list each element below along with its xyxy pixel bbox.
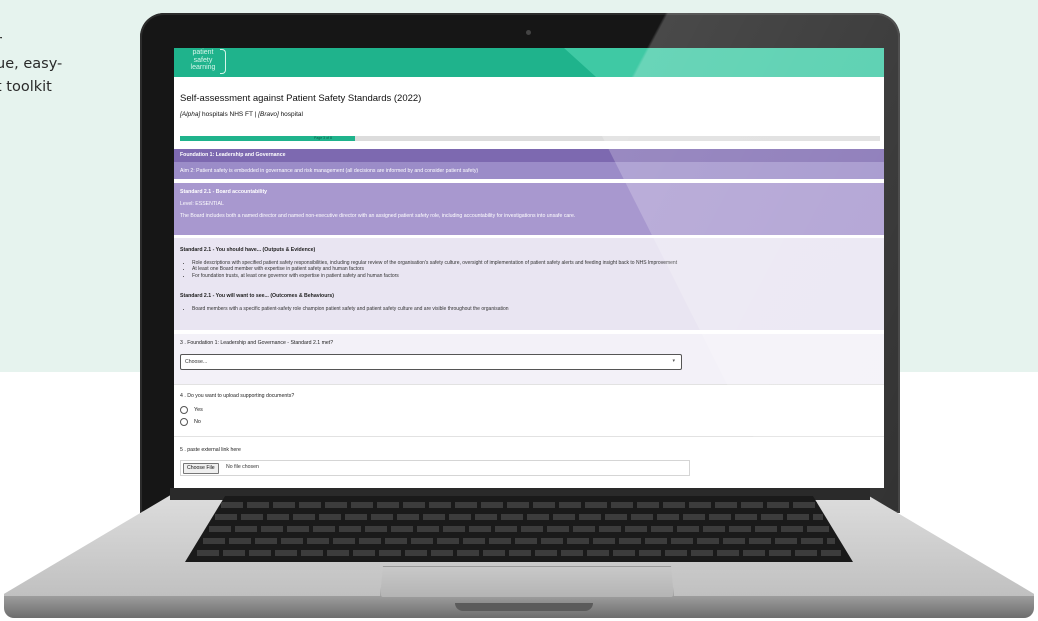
outputs-list: Role descriptions with specified patient…	[180, 260, 870, 279]
aim-band: Aim 2: Patient safety is embedded in gov…	[174, 162, 884, 179]
marketing-line: ue, easy-	[0, 56, 63, 72]
page-title: Self-assessment against Patient Safety S…	[180, 93, 422, 104]
marketing-line: t toolkit	[0, 79, 52, 95]
choose-file-button[interactable]: Choose File	[183, 463, 219, 474]
marketing-text: r ue, easy- t toolkit	[0, 30, 62, 99]
chevron-down-icon: ▾	[672, 358, 675, 364]
outcomes-list: Board members with a specific patient-sa…	[180, 306, 870, 312]
logo-text: patient	[192, 49, 214, 56]
key-row	[203, 538, 835, 544]
logo-text: safety	[193, 56, 213, 64]
select-value: Choose...	[185, 359, 208, 365]
outcomes-title: Standard 2.1 - You will want to see... (…	[180, 293, 335, 299]
radio-circle-icon	[180, 406, 188, 414]
keyboard	[185, 496, 853, 562]
logo: patient safety learning	[186, 49, 220, 72]
divider	[174, 384, 884, 385]
logo-bracket-icon	[220, 49, 226, 74]
org-alpha: [Alpha]	[180, 111, 201, 118]
key-row	[221, 502, 817, 508]
divider	[174, 436, 884, 437]
organisation-line: [Alpha] hospitals NHS FT | [Bravo] hospi…	[180, 111, 303, 118]
aim-text: Aim 2: Patient safety is embedded in gov…	[180, 168, 479, 174]
laptop-notch	[455, 603, 593, 611]
question-3-label: 3 . Foundation 1: Leadership and Governa…	[180, 340, 334, 346]
question-5-label: 5 . paste external link here	[180, 447, 241, 453]
radio-no[interactable]: No	[180, 418, 201, 426]
laptop-screen: patient safety learning Self-assessment …	[174, 48, 884, 488]
logo-text: learning	[190, 64, 216, 71]
question-4-label: 4 . Do you want to upload supporting doc…	[180, 393, 295, 399]
key-row	[215, 514, 823, 520]
key-row	[209, 526, 829, 532]
standard-description: The Board includes both a named director…	[180, 213, 576, 219]
key-row	[197, 550, 841, 556]
radio-circle-icon	[180, 418, 188, 426]
trackpad	[380, 566, 674, 598]
org-suffix: hospital	[278, 111, 303, 118]
standard-band: Standard 2.1 - Board accountability Leve…	[174, 183, 884, 235]
marketing-line: r	[0, 30, 62, 53]
standard-level: Level: ESSENTIAL	[180, 201, 224, 207]
radio-yes[interactable]: Yes	[180, 406, 203, 414]
radio-label: Yes	[194, 407, 203, 413]
radio-label: No	[194, 419, 201, 425]
standard-title: Standard 2.1 - Board accountability	[180, 189, 268, 195]
list-item: For foundation trusts, at least one gove…	[192, 273, 870, 279]
evidence-panel: Standard 2.1 - You should have... (Outpu…	[174, 238, 884, 330]
foundation-band: Foundation 1: Leadership and Governance	[174, 149, 884, 162]
list-item: Board members with a specific patient-sa…	[192, 306, 870, 312]
header-accent	[564, 48, 884, 77]
file-status: No file chosen	[226, 464, 259, 470]
org-middle: hospitals NHS FT |	[200, 111, 259, 118]
org-bravo: [Bravo]	[258, 111, 279, 118]
progress-label: Page 3 of 8	[314, 136, 332, 140]
camera-icon	[526, 30, 531, 35]
file-input[interactable]: Choose File No file chosen	[180, 460, 690, 476]
standard-met-select[interactable]: Choose... ▾	[180, 354, 682, 370]
foundation-title: Foundation 1: Leadership and Governance	[180, 152, 286, 158]
outputs-title: Standard 2.1 - You should have... (Outpu…	[180, 247, 316, 253]
progress-bar	[180, 136, 880, 141]
